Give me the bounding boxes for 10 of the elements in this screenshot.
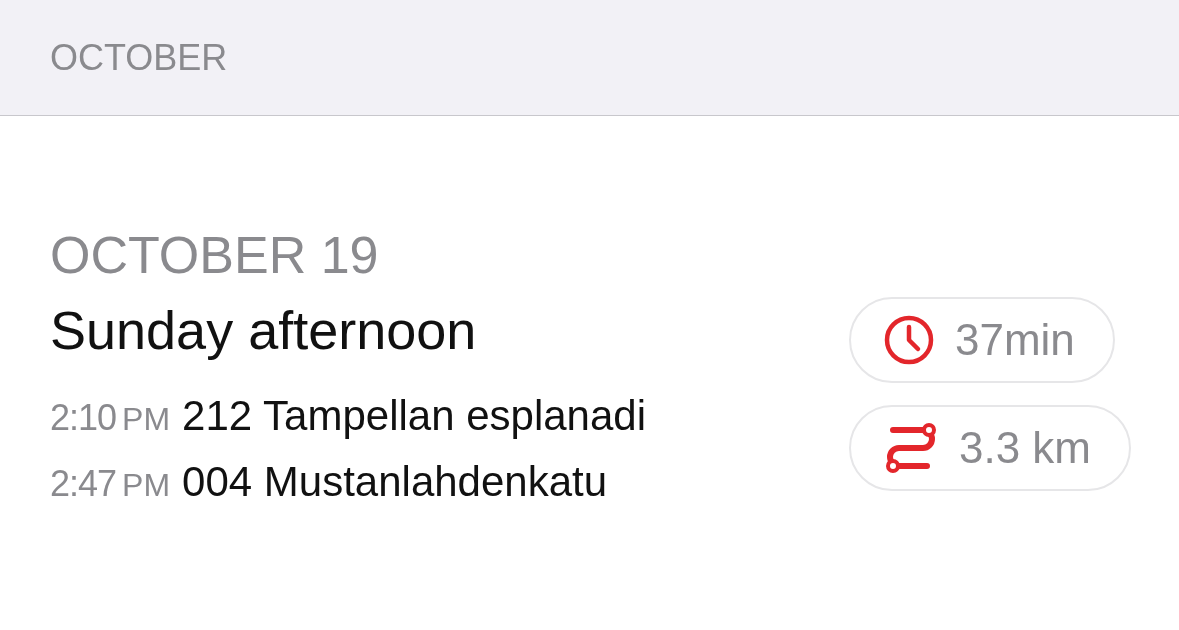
stop-place: 004 Mustanlahdenkatu bbox=[182, 458, 608, 506]
distance-pill: 3.3 km bbox=[848, 405, 1131, 491]
stop-time: 2:10 PM bbox=[50, 397, 171, 439]
stop-place: 212 Tampellan esplanadi bbox=[182, 392, 646, 440]
section-header: OCTOBER bbox=[50, 36, 228, 79]
trip-title: Sunday afternoon bbox=[50, 299, 478, 362]
trip-date: OCTOBER 19 bbox=[50, 225, 380, 286]
clock-icon bbox=[882, 314, 935, 366]
stop-time: 2:47 PM bbox=[50, 463, 171, 505]
duration-pill: 37min bbox=[848, 297, 1115, 383]
